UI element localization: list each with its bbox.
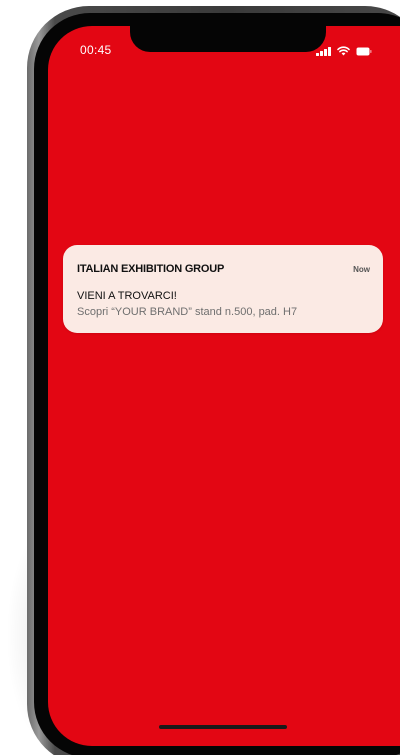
- notification-title: VIENI A TROVARCI!: [77, 290, 177, 302]
- notification-time: Now: [353, 265, 370, 274]
- notification-body: Scopri “YOUR BRAND” stand n.500, pad. H7: [77, 306, 298, 318]
- wifi-icon: [336, 46, 350, 56]
- status-time: 00:45: [80, 43, 112, 57]
- signal-icon: [316, 46, 331, 56]
- battery-icon: [356, 47, 372, 56]
- status-icons: [316, 44, 372, 56]
- lock-screen: 00:45 ITALIAN EXHIBITION GROUP Now VIENI…: [48, 26, 400, 746]
- notification-card[interactable]: ITALIAN EXHIBITION GROUP Now VIENI A TRO…: [63, 245, 383, 333]
- notch: [130, 26, 326, 52]
- home-indicator[interactable]: [159, 725, 287, 729]
- notification-app-name: ITALIAN EXHIBITION GROUP: [77, 263, 225, 275]
- device-mockup: 00:45 ITALIAN EXHIBITION GROUP Now VIENI…: [0, 0, 400, 755]
